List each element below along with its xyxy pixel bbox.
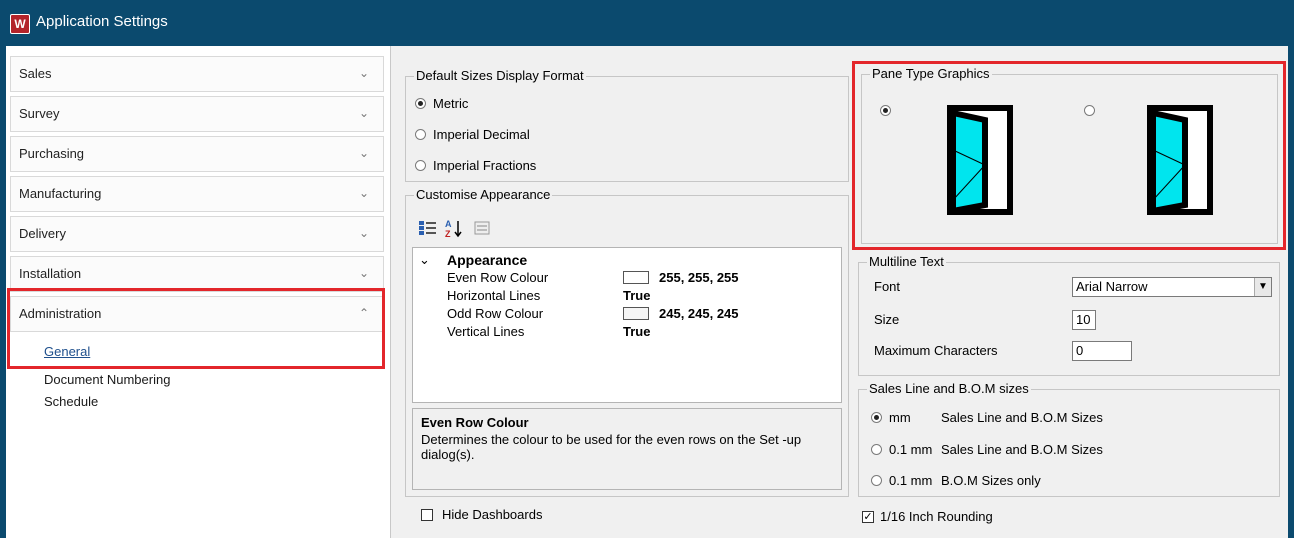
sidebar-section-purchasing[interactable]: Purchasing ⌄: [10, 136, 384, 172]
svg-text:A: A: [445, 219, 452, 229]
radio-label: Imperial Decimal: [433, 127, 530, 142]
radio-label: B.O.M Sizes only: [941, 473, 1041, 488]
sidebar-item-document-numbering[interactable]: Document Numbering: [44, 372, 170, 387]
property-row-horizontal-lines[interactable]: Horizontal Lines True: [413, 288, 841, 304]
highlight-pane-graphics: [852, 61, 1286, 250]
hide-dashboards-checkbox[interactable]: [421, 509, 433, 521]
window-frame-right: [1288, 46, 1294, 538]
radio-unit: mm: [889, 410, 911, 425]
help-text: Determines the colour to be used for the…: [421, 432, 802, 462]
sidebar-section-label: Purchasing: [19, 146, 85, 161]
property-value: 245, 245, 245: [659, 306, 739, 321]
property-row-even-row-colour[interactable]: Even Row Colour 255, 255, 255: [413, 270, 841, 286]
group-caption: Customise Appearance: [414, 187, 553, 202]
radio-label: Sales Line and B.O.M Sizes: [941, 442, 1103, 457]
sidebar-section-installation[interactable]: Installation ⌄: [10, 256, 384, 292]
sidebar-section-survey[interactable]: Survey ⌄: [10, 96, 384, 132]
property-name: Horizontal Lines: [447, 288, 541, 303]
property-grid: ⌄ Appearance Even Row Colour 255, 255, 2…: [412, 247, 842, 403]
chevron-down-icon: ⌄: [358, 146, 369, 160]
multiline-text-group: Multiline Text Font Arial Narrow ▼ Size …: [858, 254, 1280, 376]
property-name: Vertical Lines: [447, 324, 525, 339]
window-title: Application Settings: [36, 13, 168, 30]
inch-rounding-checkbox[interactable]: ✓: [862, 511, 874, 523]
inch-rounding-label: 1/16 Inch Rounding: [880, 509, 993, 524]
property-value: True: [623, 324, 651, 339]
sidebar-section-label: Sales: [19, 66, 52, 81]
size-label: Size: [874, 312, 900, 327]
sidebar-section-sales[interactable]: Sales ⌄: [10, 56, 384, 92]
group-caption: Multiline Text: [867, 254, 946, 269]
radio-label: Imperial Fractions: [433, 158, 537, 173]
size-input[interactable]: 10: [1072, 310, 1096, 330]
radio-imperial-fractions[interactable]: [415, 160, 426, 171]
radio-0-1mm-bom[interactable]: [871, 475, 882, 486]
max-characters-input[interactable]: 0: [1072, 341, 1132, 361]
hide-dashboards-label: Hide Dashboards: [442, 507, 543, 522]
title-bar: W Application Settings: [0, 0, 1294, 46]
property-value: 255, 255, 255: [659, 270, 739, 285]
sort-alphabetical-icon[interactable]: AZ: [444, 218, 464, 239]
sidebar-section-label: Delivery: [19, 226, 66, 241]
sidebar-section-label: Manufacturing: [19, 186, 102, 201]
sidebar-section-label: Survey: [19, 106, 60, 121]
font-label: Font: [874, 279, 901, 294]
chevron-down-icon: ⌄: [358, 106, 369, 120]
display-format-group: Default Sizes Display Format Metric Impe…: [405, 68, 849, 182]
category-row[interactable]: ⌄ Appearance: [413, 252, 841, 268]
chevron-down-icon: ⌄: [358, 186, 369, 200]
radio-label: Metric: [433, 96, 469, 111]
property-pages-icon[interactable]: [474, 220, 490, 236]
max-characters-label: Maximum Characters: [874, 343, 998, 358]
svg-text:Z: Z: [445, 229, 451, 238]
radio-mm[interactable]: [871, 412, 882, 423]
sidebar-section-delivery[interactable]: Delivery ⌄: [10, 216, 384, 252]
radio-imperial-decimal[interactable]: [415, 129, 426, 140]
chevron-down-icon[interactable]: ⌄: [419, 252, 430, 268]
chevron-down-icon: ⌄: [358, 226, 369, 240]
chevron-down-icon: ⌄: [358, 266, 369, 280]
font-select[interactable]: Arial Narrow ▼: [1072, 277, 1272, 297]
radio-0-1mm-sales[interactable]: [871, 444, 882, 455]
categorized-icon[interactable]: [419, 220, 437, 236]
radio-label: Sales Line and B.O.M Sizes: [941, 410, 1103, 425]
radio-unit: 0.1 mm: [889, 473, 933, 488]
group-caption: Default Sizes Display Format: [414, 68, 586, 83]
property-row-vertical-lines[interactable]: Vertical Lines True: [413, 324, 841, 340]
property-name: Odd Row Colour: [447, 306, 544, 321]
appearance-group: Customise Appearance AZ ⌄ Appearance Eve…: [405, 187, 849, 497]
chevron-down-icon[interactable]: ▼: [1254, 278, 1271, 296]
sidebar-section-label: Installation: [19, 266, 82, 281]
bom-sizes-group: Sales Line and B.O.M sizes mm Sales Line…: [858, 381, 1280, 497]
group-caption: Sales Line and B.O.M sizes: [867, 381, 1031, 396]
chevron-down-icon: ⌄: [358, 66, 369, 80]
radio-metric[interactable]: [415, 98, 426, 109]
app-logo-icon: W: [10, 14, 30, 34]
help-title: Even Row Colour: [421, 415, 529, 430]
sidebar-item-schedule[interactable]: Schedule: [44, 394, 98, 409]
highlight-administration: [7, 288, 385, 369]
sidebar-section-manufacturing[interactable]: Manufacturing ⌄: [10, 176, 384, 212]
property-value: True: [623, 288, 651, 303]
help-pane: Even Row Colour Determines the colour to…: [412, 408, 842, 490]
color-swatch: [623, 271, 649, 284]
category-label: Appearance: [447, 252, 528, 268]
font-select-value: Arial Narrow: [1076, 279, 1148, 294]
property-name: Even Row Colour: [447, 270, 549, 285]
radio-unit: 0.1 mm: [889, 442, 933, 457]
color-swatch: [623, 307, 649, 320]
property-row-odd-row-colour[interactable]: Odd Row Colour 245, 245, 245: [413, 306, 841, 322]
